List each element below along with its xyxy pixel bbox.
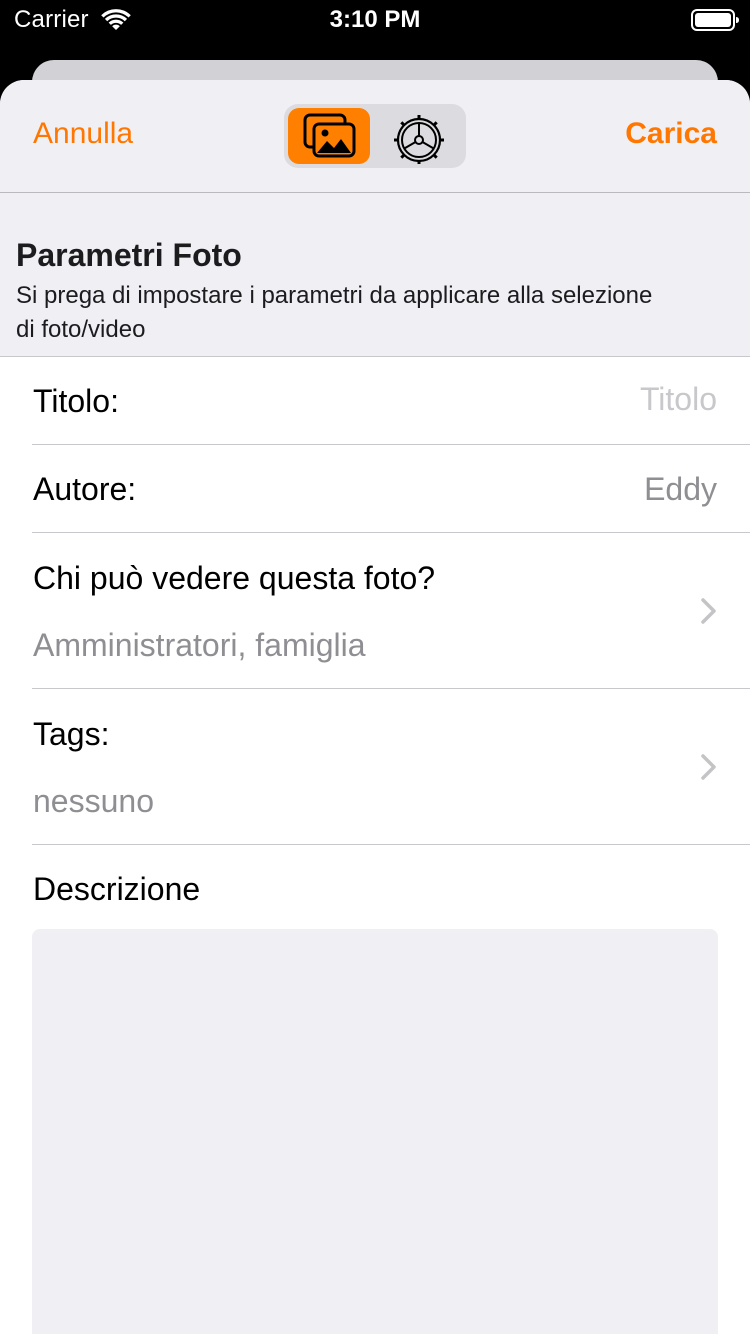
segment-photos[interactable]	[288, 108, 370, 164]
author-label: Autore:	[33, 471, 137, 507]
tags-value: nessuno	[33, 783, 154, 819]
tags-row[interactable]: Tags: nessuno	[0, 689, 750, 845]
privacy-value: Amministratori, famiglia	[33, 627, 366, 663]
title-label: Titolo:	[33, 383, 119, 419]
status-bar: Carrier 3:10 PM	[0, 0, 750, 42]
segment-settings[interactable]	[378, 108, 460, 164]
section-subtitle: Si prega di impostare i parametri da app…	[16, 282, 653, 343]
upload-parameters-sheet: Annulla Carica Parametri Foto Si prega d…	[0, 80, 750, 1334]
chevron-right-icon	[701, 598, 716, 624]
section-title: Parametri Foto	[16, 237, 242, 273]
battery-icon	[691, 9, 739, 31]
upload-button[interactable]: Carica	[625, 117, 717, 151]
navigation-bar: Annulla Carica	[0, 80, 750, 193]
description-label: Descrizione	[33, 871, 201, 907]
view-segmented-control	[284, 104, 466, 168]
author-value: Eddy	[644, 471, 717, 507]
author-row[interactable]: Autore: Eddy	[0, 445, 750, 533]
section-header: Parametri Foto Si prega di impostare i p…	[0, 193, 750, 357]
privacy-label: Chi può vedere questa foto?	[33, 560, 436, 596]
description-field[interactable]	[32, 929, 718, 1334]
title-field[interactable]	[417, 381, 717, 418]
tags-label: Tags:	[33, 716, 110, 752]
photos-icon	[303, 113, 356, 158]
chevron-right-icon	[701, 754, 716, 780]
cancel-button[interactable]: Annulla	[33, 117, 133, 151]
clock: 3:10 PM	[329, 6, 421, 33]
title-row[interactable]: Titolo:	[0, 357, 750, 445]
privacy-row[interactable]: Chi può vedere questa foto? Amministrato…	[0, 533, 750, 689]
gear-icon	[394, 115, 444, 164]
